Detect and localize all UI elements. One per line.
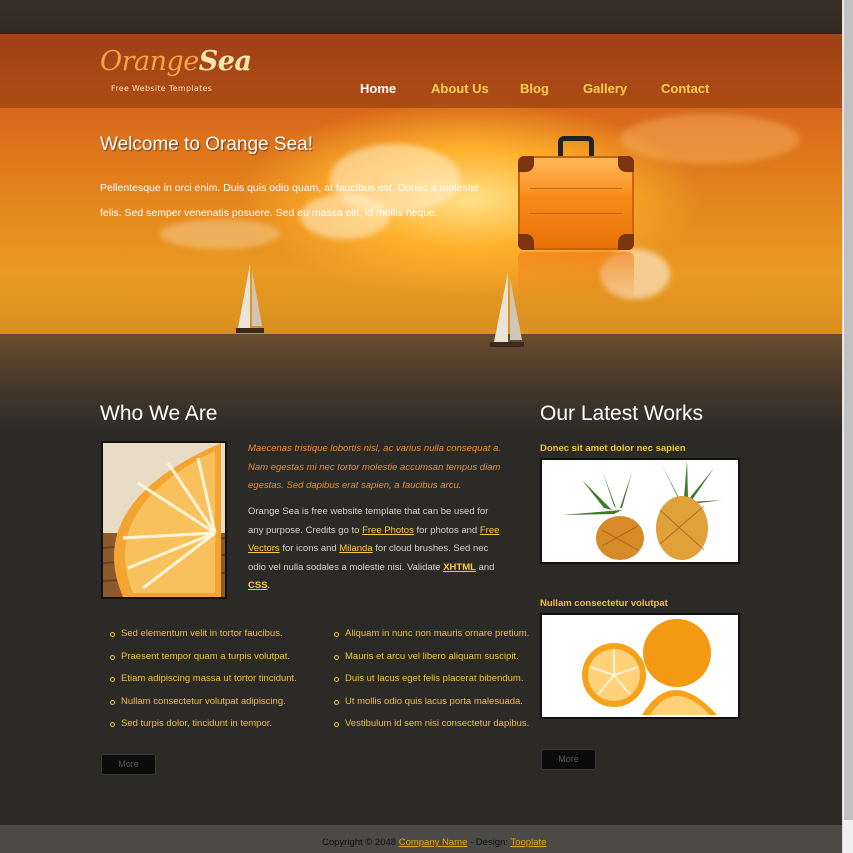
about-intro-italic: Maecenas tristique lobortis nisl, ac var… (248, 443, 501, 491)
works-more-button[interactable]: More (541, 749, 596, 770)
about-body-text-2: for photos and (413, 524, 480, 536)
suitcase-reflection (518, 252, 634, 302)
list-item: Mauris et arcu vel libero aliquam suscip… (334, 646, 529, 669)
pineapple-image[interactable] (540, 458, 740, 564)
latest-works-heading: Our Latest Works (540, 402, 703, 425)
hero-text: Pellentesque in orci enim. Duis quis odi… (100, 182, 479, 219)
about-body-text-3: for icons and (279, 543, 340, 554)
design-text: - Design: (467, 837, 511, 848)
milanda-link[interactable]: Milanda (339, 543, 372, 554)
footer-copyright: Copyright © 2048 Company Name - Design: … (322, 837, 546, 848)
list-item: Sed turpis dolor, tincidunt in tempor. (110, 713, 297, 736)
vertical-scrollbar[interactable] (842, 0, 853, 853)
list-item: Nullam consectetur volutpat adipiscing. (110, 691, 297, 714)
top-bar (0, 0, 842, 34)
list-item: Duis ut lacus eget felis placerat bibend… (334, 668, 529, 691)
about-body-text-5: and (475, 561, 495, 573)
orange-fruit-image[interactable] (540, 613, 740, 719)
tooplate-link[interactable]: Tooplate (510, 837, 546, 848)
nav-blog[interactable]: Blog (520, 81, 549, 97)
site-logo[interactable]: OrangeSea Free Website Templates (100, 46, 252, 93)
list-item: Praesent tempor quam a turpis volutpat. (110, 646, 297, 669)
list-item: Etiam adipiscing massa ut tortor tincidu… (110, 668, 297, 691)
xhtml-link[interactable]: XHTML (443, 562, 476, 573)
company-name-link[interactable]: Company Name (399, 837, 468, 848)
css-link[interactable]: CSS (248, 580, 268, 591)
work-title-1[interactable]: Donec sit amet dolor nec sapien (540, 443, 686, 454)
about-body-text-6: . (267, 580, 271, 591)
nav-contact[interactable]: Contact (661, 81, 709, 97)
about-more-button[interactable]: More (101, 754, 156, 775)
list-item: Sed elementum velit in tortor faucibus. (110, 623, 297, 646)
list-item: Ut mollis odio quis lacus porta malesuad… (334, 691, 529, 714)
logo-text-sea: Sea (198, 46, 252, 77)
work-title-2[interactable]: Nullam consectetur volutpat (540, 598, 668, 609)
nav-gallery[interactable]: Gallery (583, 81, 627, 97)
hero-title: Welcome to Orange Sea! (100, 134, 313, 155)
sailboat-left (236, 264, 264, 333)
who-we-are-heading: Who We Are (100, 402, 218, 425)
scrollbar-thumb[interactable] (844, 0, 853, 820)
nav-home[interactable]: Home (360, 81, 396, 97)
footer: Copyright © 2048 Company Name - Design: … (0, 825, 842, 853)
about-body: Orange Sea is free website template that… (248, 503, 504, 596)
logo-tagline: Free Website Templates (111, 84, 213, 93)
feature-list-left: Sed elementum velit in tortor faucibus. … (110, 623, 297, 736)
list-item: Aliquam in nunc non mauris ornare pretiu… (334, 623, 529, 646)
nav-about-us[interactable]: About Us (431, 81, 489, 97)
list-item: Vestibulum id sem nisi consectetur dapib… (334, 713, 529, 736)
page: OrangeSea Free Website Templates Home Ab… (0, 0, 842, 853)
orange-slice-image (101, 441, 227, 599)
suitcase-icon (518, 136, 634, 250)
feature-list-right: Aliquam in nunc non mauris ornare pretiu… (334, 623, 529, 736)
free-photos-link[interactable]: Free Photos (362, 525, 414, 536)
logo-text-orange: Orange (100, 46, 199, 77)
copyright-text: Copyright © 2048 (322, 837, 399, 848)
